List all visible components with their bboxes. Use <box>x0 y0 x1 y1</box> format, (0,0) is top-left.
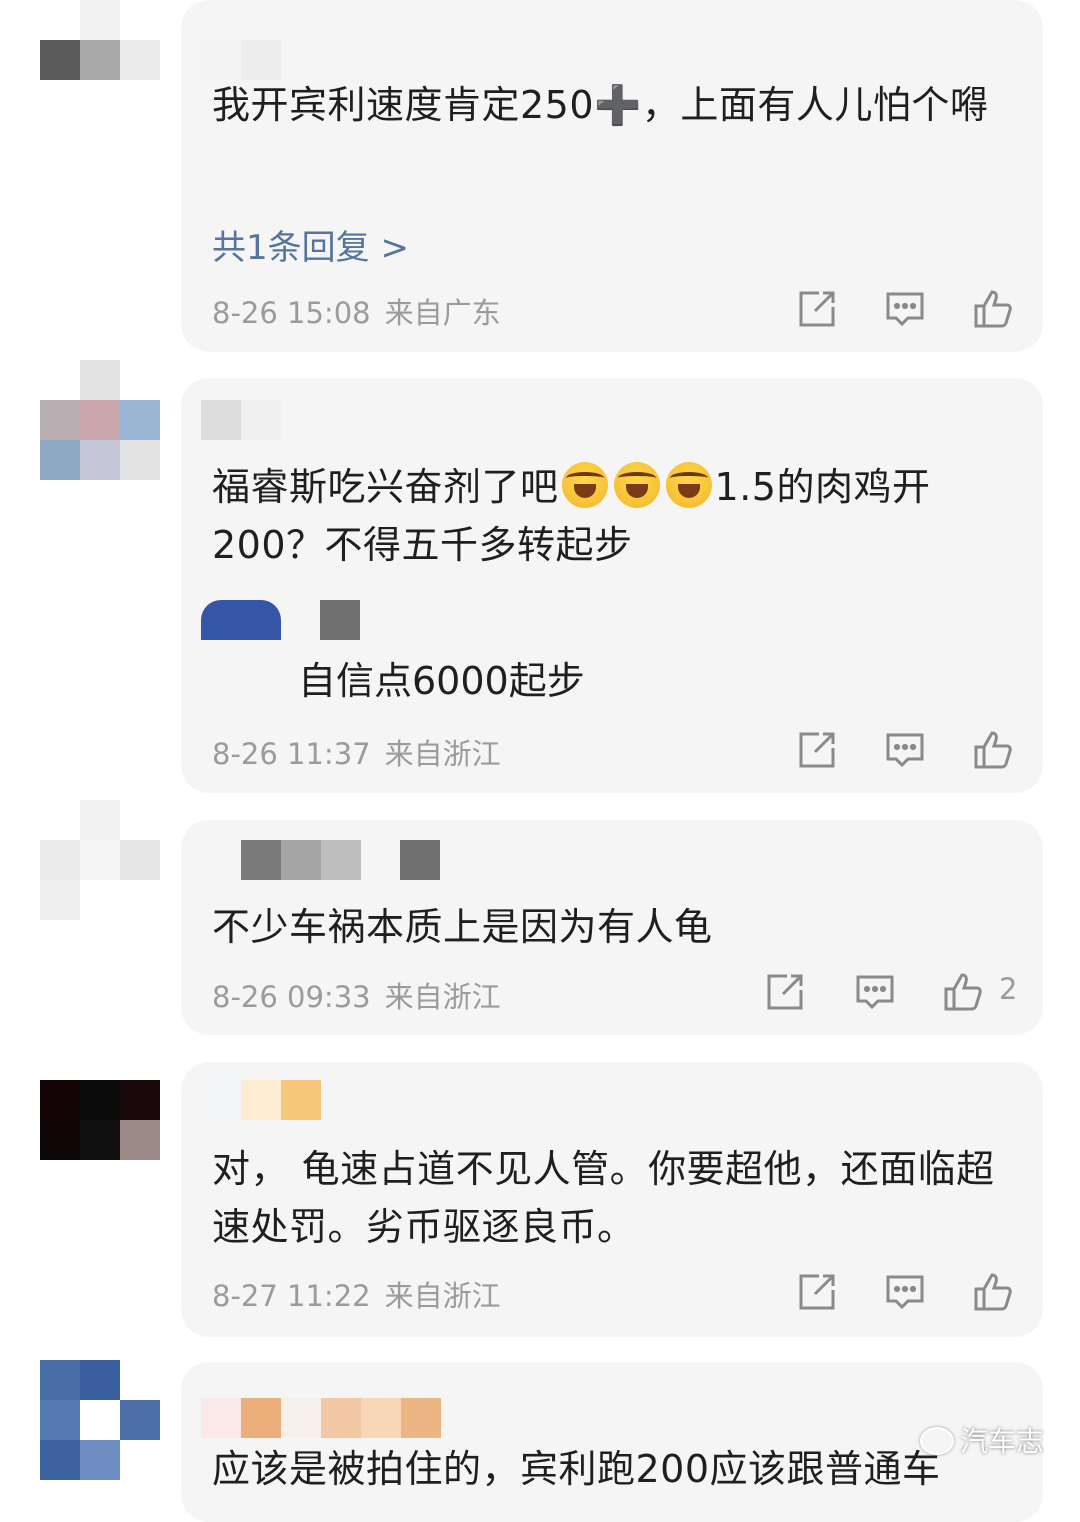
comment-location: 来自浙江 <box>384 980 501 1014</box>
comment-actions <box>795 728 1025 772</box>
comment-actions <box>795 287 1025 331</box>
watermark: 汽车志 <box>919 1420 1044 1460</box>
avatar[interactable] <box>40 360 160 480</box>
comment-location: 来自浙江 <box>384 1279 501 1313</box>
reply-avatar[interactable] <box>201 600 281 640</box>
share-icon[interactable] <box>795 1270 839 1314</box>
like-icon[interactable] <box>941 970 985 1014</box>
comment-icon[interactable] <box>883 728 927 772</box>
comment-location: 来自广东 <box>384 296 501 330</box>
comment-text: 福睿斯吃兴奋剂了吧 1.5的肉鸡开200？不得五千多转起步 <box>212 458 1002 574</box>
comment-text: 我开宾利速度肯定250➕，上面有人儿怕个嘚 <box>212 83 989 127</box>
reply-text: 自信点6000起步 <box>298 659 585 703</box>
like-icon[interactable] <box>971 728 1015 772</box>
laughing-crying-emoji <box>613 462 660 508</box>
like-icon[interactable] <box>971 287 1015 331</box>
avatar[interactable] <box>40 1360 160 1480</box>
comment-icon[interactable] <box>883 1270 927 1314</box>
comment-meta: 8-26 11:37 来自浙江 <box>212 731 515 773</box>
reply-username[interactable] <box>320 600 360 640</box>
laughing-crying-emoji <box>561 462 608 508</box>
comment-date: 8-26 11:37 <box>212 737 371 771</box>
laughing-crying-emoji <box>665 462 712 508</box>
comment-date: 8-27 11:22 <box>212 1279 371 1313</box>
comment-actions <box>795 1270 1025 1314</box>
like-icon[interactable] <box>971 1270 1015 1314</box>
view-replies-link[interactable]: 共1条回复 > <box>212 220 409 269</box>
comment-text: 应该是被拍住的，宾利跑200应该跟普通车 <box>212 1447 941 1491</box>
avatar[interactable] <box>40 800 160 920</box>
comment-text-part: 福睿斯吃兴奋剂了吧 <box>212 465 559 509</box>
comment-actions: 2 <box>763 970 1025 1014</box>
comment-location: 来自浙江 <box>384 737 501 771</box>
watermark-text: 汽车志 <box>959 1425 1044 1458</box>
like-count: 2 <box>999 972 1018 1006</box>
comment-icon[interactable] <box>853 970 897 1014</box>
wechat-icon <box>919 1427 954 1455</box>
comment-meta: 8-26 09:33 来自浙江 <box>212 974 515 1016</box>
avatar[interactable] <box>40 1080 160 1200</box>
share-icon[interactable] <box>795 287 839 331</box>
share-icon[interactable] <box>763 970 807 1014</box>
comment-meta: 8-27 11:22 来自浙江 <box>212 1273 515 1315</box>
comment-meta: 8-26 15:08 来自广东 <box>212 290 515 332</box>
share-icon[interactable] <box>795 728 839 772</box>
comment-date: 8-26 09:33 <box>212 980 371 1014</box>
comment-text: 对， 龟速占道不见人管。你要超他，还面临超速处罚。劣币驱逐良币。 <box>212 1147 995 1249</box>
comment-icon[interactable] <box>883 287 927 331</box>
comment-text: 不少车祸本质上是因为有人龟 <box>212 905 713 949</box>
comment-date: 8-26 15:08 <box>212 296 371 330</box>
avatar[interactable] <box>40 0 160 120</box>
